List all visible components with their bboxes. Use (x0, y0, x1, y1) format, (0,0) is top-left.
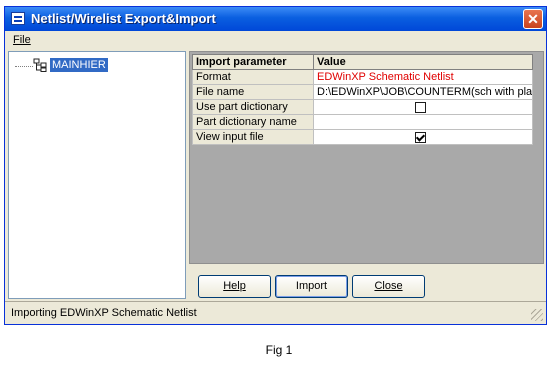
param-label: File name (192, 84, 314, 100)
dialog-window: Netlist/Wirelist Export&Import ✕ File MA… (4, 6, 547, 325)
window-title: Netlist/Wirelist Export&Import (31, 11, 216, 26)
view-input-file-checkbox[interactable] (415, 131, 426, 143)
param-label: Part dictionary name (192, 114, 314, 130)
table-row: Format EDWinXP Schematic Netlist (192, 69, 533, 85)
help-button[interactable]: Help (198, 275, 271, 298)
file-name-value[interactable]: D:\EDWinXP\JOB\COUNTERM(sch with pla (313, 84, 533, 100)
format-value[interactable]: EDWinXP Schematic Netlist (313, 69, 533, 85)
table-row: File name D:\EDWinXP\JOB\COUNTERM(sch wi… (192, 84, 533, 100)
tree-connector (15, 66, 33, 67)
table-header-row: Import parameter Value (192, 54, 533, 70)
figure-caption: Fig 1 (265, 343, 293, 357)
param-label: View input file (192, 129, 314, 145)
use-part-dictionary-cell (313, 99, 533, 115)
table-row: Part dictionary name (192, 114, 533, 130)
status-text: Importing EDWinXP Schematic Netlist (11, 307, 197, 319)
import-parameter-grid: Import parameter Value Format EDWinXP Sc… (189, 51, 544, 264)
resize-grip[interactable] (531, 309, 543, 321)
import-button[interactable]: Import (275, 275, 348, 298)
menu-bar: File (5, 31, 546, 49)
column-header-value[interactable]: Value (313, 54, 533, 70)
hierarchy-tree[interactable]: MAINHIER (8, 51, 186, 299)
window-swap-icon (11, 12, 25, 25)
status-bar: Importing EDWinXP Schematic Netlist (5, 301, 546, 324)
menu-file[interactable]: File (13, 34, 31, 46)
part-dictionary-name-value[interactable] (313, 114, 533, 130)
param-label: Format (192, 69, 314, 85)
view-input-file-cell (313, 129, 533, 145)
close-button[interactable]: Close (352, 275, 425, 298)
table-row: View input file (192, 129, 533, 145)
param-label: Use part dictionary (192, 99, 314, 115)
use-part-dictionary-checkbox[interactable] (415, 101, 426, 113)
tree-item-mainhier[interactable]: MAINHIER (50, 58, 108, 72)
table-row: Use part dictionary (192, 99, 533, 115)
title-bar[interactable]: Netlist/Wirelist Export&Import ✕ (5, 7, 546, 31)
close-icon[interactable]: ✕ (523, 9, 543, 29)
column-header-param[interactable]: Import parameter (192, 54, 314, 70)
hierarchy-icon (33, 58, 47, 72)
parameter-table: Import parameter Value Format EDWinXP Sc… (192, 54, 533, 145)
